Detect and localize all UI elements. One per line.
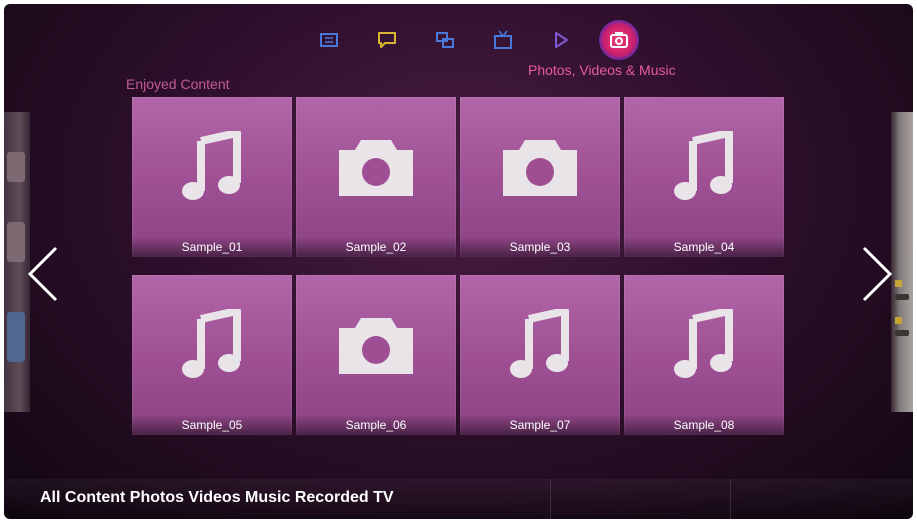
- smart-hub-screen: Photos, Videos & Music Enjoyed Content S…: [4, 4, 913, 519]
- multi-screen-icon[interactable]: [416, 20, 474, 60]
- content-tile[interactable]: Sample_02: [296, 97, 456, 257]
- content-grid: Sample_01 Sample_02 Sample_03 Sample_04 …: [132, 97, 786, 435]
- play-icon[interactable]: [532, 20, 590, 60]
- category-bar: All Content Photos Videos Music Recorded…: [4, 479, 913, 519]
- camera-icon: [337, 136, 415, 198]
- photos-videos-music-tab[interactable]: [590, 20, 648, 60]
- chevron-right-icon: [862, 246, 893, 302]
- next-arrow[interactable]: [856, 244, 896, 304]
- tile-label: Sample_01: [132, 237, 292, 257]
- preview-text-line: [895, 330, 909, 336]
- camera-icon: [599, 20, 639, 60]
- music-note-icon: [673, 309, 735, 381]
- category-list[interactable]: All Content Photos Videos Music Recorded…: [40, 489, 394, 507]
- tile-label: Sample_06: [296, 415, 456, 435]
- tile-label: Sample_08: [624, 415, 784, 435]
- notes-icon[interactable]: [300, 20, 358, 60]
- preview-text-line: [895, 294, 909, 300]
- music-note-icon: [181, 131, 243, 203]
- tile-label: Sample_04: [624, 237, 784, 257]
- tile-label: Sample_05: [132, 415, 292, 435]
- content-tile[interactable]: Sample_07: [460, 275, 620, 435]
- content-tile[interactable]: Sample_04: [624, 97, 784, 257]
- tile-label: Sample_03: [460, 237, 620, 257]
- camera-icon: [337, 314, 415, 376]
- content-tile[interactable]: Sample_05: [132, 275, 292, 435]
- chevron-left-icon: [27, 246, 58, 302]
- content-tile[interactable]: Sample_08: [624, 275, 784, 435]
- camera-icon: [501, 136, 579, 198]
- preview-badge: [895, 280, 902, 287]
- preview-badge: [895, 317, 902, 324]
- preview-thumbnail: [7, 152, 25, 182]
- tv-icon[interactable]: [474, 20, 532, 60]
- content-tile[interactable]: Sample_03: [460, 97, 620, 257]
- section-title: Enjoyed Content: [126, 76, 230, 92]
- content-tile[interactable]: Sample_06: [296, 275, 456, 435]
- bar-divider: [550, 479, 551, 519]
- music-note-icon: [509, 309, 571, 381]
- previous-arrow[interactable]: [24, 244, 64, 304]
- bar-divider: [730, 479, 731, 519]
- content-tile[interactable]: Sample_01: [132, 97, 292, 257]
- tile-label: Sample_07: [460, 415, 620, 435]
- panel-menu: [300, 20, 648, 60]
- music-note-icon: [181, 309, 243, 381]
- active-panel-label: Photos, Videos & Music: [528, 62, 676, 78]
- music-note-icon: [673, 131, 735, 203]
- chat-bubble-icon[interactable]: [358, 20, 416, 60]
- preview-thumbnail: [7, 312, 25, 362]
- preview-thumbnail: [7, 222, 25, 262]
- tile-label: Sample_02: [296, 237, 456, 257]
